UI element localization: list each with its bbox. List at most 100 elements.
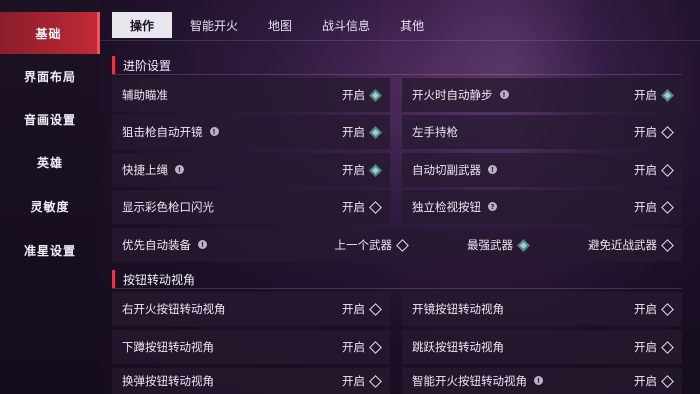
diamond-unchecked-icon — [396, 238, 409, 252]
option-avoid-melee[interactable]: 避免近战武器 — [588, 237, 674, 253]
toggle-crouch-button[interactable]: 开启 — [342, 339, 382, 355]
diamond-unchecked-icon — [369, 200, 382, 214]
diamond-unchecked-icon — [369, 340, 382, 354]
toggle-auto-slow[interactable]: 开启 — [634, 87, 674, 103]
tab-operation[interactable]: 操作 — [112, 12, 173, 38]
option-text: 避免近战武器 — [588, 238, 657, 252]
setting-row-smart-fire-button[interactable]: 智能开火按钮转动视角! 开启 — [402, 368, 682, 394]
toggle-left-hand[interactable]: 开启 — [634, 124, 674, 140]
diamond-unchecked-icon — [661, 200, 674, 214]
sidebar-item-basic[interactable]: 基础 — [0, 12, 100, 54]
toggle-text: 开启 — [634, 163, 657, 177]
setting-label: 自动切副武器! — [412, 162, 634, 178]
toggle-reload-button[interactable]: 开启 — [342, 373, 382, 389]
sidebar-item-sensitivity[interactable]: 灵敏度 — [0, 185, 100, 227]
toggle-text: 开启 — [634, 374, 657, 388]
setting-row-scope-button[interactable]: 开镜按钮转动视角 开启 — [402, 292, 682, 326]
info-icon[interactable]: ! — [499, 90, 509, 99]
diamond-checked-icon — [369, 125, 382, 139]
setting-row-auto-slow[interactable]: 开火时自动静步! 开启 — [402, 78, 682, 112]
tab-map[interactable]: 地图 — [256, 12, 304, 38]
sidebar-item-layout[interactable]: 界面布局 — [0, 55, 100, 97]
toggle-inspect-button[interactable]: 开启 — [634, 199, 674, 215]
option-text: 最强武器 — [467, 238, 513, 252]
diamond-unchecked-icon — [369, 302, 382, 316]
section-divider — [112, 74, 682, 75]
setting-row-aim-assist[interactable]: 辅助瞄准 开启 — [112, 78, 390, 112]
toggle-text: 开启 — [342, 88, 365, 102]
toggle-smart-fire-button[interactable]: 开启 — [634, 373, 674, 389]
toggle-auto-switch[interactable]: 开启 — [634, 162, 674, 178]
toggle-jump-button[interactable]: 开启 — [634, 339, 674, 355]
option-last-weapon[interactable]: 上一个武器 — [334, 237, 409, 253]
diamond-unchecked-icon — [661, 374, 674, 388]
section-title-button-view: 按钮转动视角 — [112, 270, 195, 288]
diamond-unchecked-icon — [661, 125, 674, 139]
toggle-right-fire[interactable]: 开启 — [342, 301, 382, 317]
setting-row-jump-button[interactable]: 跳跃按钮转动视角 开启 — [402, 330, 682, 364]
toggle-text: 开启 — [342, 302, 365, 316]
tab-combat-info[interactable]: 战斗信息 — [310, 12, 382, 38]
toggle-sniper-scope[interactable]: 开启 — [342, 124, 382, 140]
setting-row-inspect-button[interactable]: 独立检视按钮? 开启 — [402, 190, 682, 224]
setting-label: 独立检视按钮? — [412, 199, 634, 215]
diamond-checked-icon — [661, 88, 674, 102]
info-icon[interactable]: ! — [488, 165, 497, 174]
toggle-text: 开启 — [634, 200, 657, 214]
toggle-text: 开启 — [634, 340, 657, 354]
sidebar-item-crosshair[interactable]: 准星设置 — [0, 229, 100, 271]
setting-label: 优先自动装备! — [122, 237, 335, 253]
info-icon[interactable]: ! — [534, 376, 543, 385]
info-icon[interactable]: ! — [175, 165, 184, 174]
setting-row-sniper-scope[interactable]: 狙击枪自动开镜! 开启 — [112, 115, 390, 149]
toggle-text: 开启 — [634, 302, 657, 316]
toggle-text: 开启 — [634, 88, 657, 102]
toggle-text: 开启 — [342, 163, 365, 177]
tab-bar: 操作 智能开火 地图 战斗信息 其他 — [112, 12, 442, 38]
diamond-unchecked-icon — [661, 238, 674, 252]
toggle-muzzle-flash[interactable]: 开启 — [342, 199, 382, 215]
tab-other[interactable]: 其他 — [388, 12, 436, 38]
auto-equip-options: 上一个武器 最强武器 避免近战武器 — [334, 237, 674, 253]
option-text: 上一个武器 — [334, 238, 393, 252]
toggle-aim-assist[interactable]: 开启 — [342, 87, 382, 103]
sidebar-item-audio-video[interactable]: 音画设置 — [0, 98, 100, 140]
setting-label: 右开火按钮转动视角 — [122, 302, 226, 316]
toggle-text: 开启 — [342, 125, 365, 139]
setting-row-muzzle-flash[interactable]: 显示彩色枪口闪光 开启 — [112, 190, 390, 224]
setting-row-right-fire[interactable]: 右开火按钮转动视角 开启 — [112, 292, 390, 326]
setting-label: 开火时自动静步! — [412, 87, 634, 103]
toggle-scope-button[interactable]: 开启 — [634, 301, 674, 317]
setting-label: 显示彩色枪口闪光 — [122, 200, 214, 214]
diamond-unchecked-icon — [661, 340, 674, 354]
setting-label: 开镜按钮转动视角 — [412, 302, 504, 316]
setting-row-crouch-button[interactable]: 下蹲按钮转动视角 开启 — [112, 330, 390, 364]
help-icon[interactable]: ? — [488, 202, 497, 211]
setting-row-quick-rope[interactable]: 快捷上绳! 开启 — [112, 153, 390, 187]
info-icon[interactable]: ! — [198, 240, 207, 249]
sidebar: 基础 界面布局 音画设置 英雄 灵敏度 准星设置 — [0, 0, 100, 394]
diamond-unchecked-icon — [661, 163, 674, 177]
setting-row-left-hand[interactable]: 左手持枪 开启 — [402, 115, 682, 149]
diamond-checked-icon — [369, 163, 382, 177]
diamond-checked-icon — [369, 88, 382, 102]
setting-label: 左手持枪 — [412, 125, 458, 139]
tab-smart-fire[interactable]: 智能开火 — [178, 12, 250, 38]
setting-row-auto-equip: 优先自动装备! 上一个武器 最强武器 避免近战武器 — [112, 228, 682, 262]
option-strongest-weapon[interactable]: 最强武器 — [467, 237, 530, 253]
diamond-unchecked-icon — [369, 374, 382, 388]
toggle-quick-rope[interactable]: 开启 — [342, 162, 382, 178]
setting-label: 下蹲按钮转动视角 — [122, 340, 214, 354]
setting-label: 跳跃按钮转动视角 — [412, 340, 504, 354]
toggle-text: 开启 — [342, 340, 365, 354]
setting-row-auto-switch[interactable]: 自动切副武器! 开启 — [402, 153, 682, 187]
setting-row-reload-button[interactable]: 换弹按钮转动视角 开启 — [112, 368, 390, 394]
toggle-text: 开启 — [342, 374, 365, 388]
info-icon[interactable]: ! — [209, 127, 219, 136]
section-divider — [112, 288, 682, 289]
toggle-text: 开启 — [342, 200, 365, 214]
setting-label: 辅助瞄准 — [122, 88, 168, 102]
setting-label: 快捷上绳! — [122, 162, 342, 178]
sidebar-item-hero[interactable]: 英雄 — [0, 141, 100, 183]
diamond-checked-icon — [517, 238, 530, 252]
